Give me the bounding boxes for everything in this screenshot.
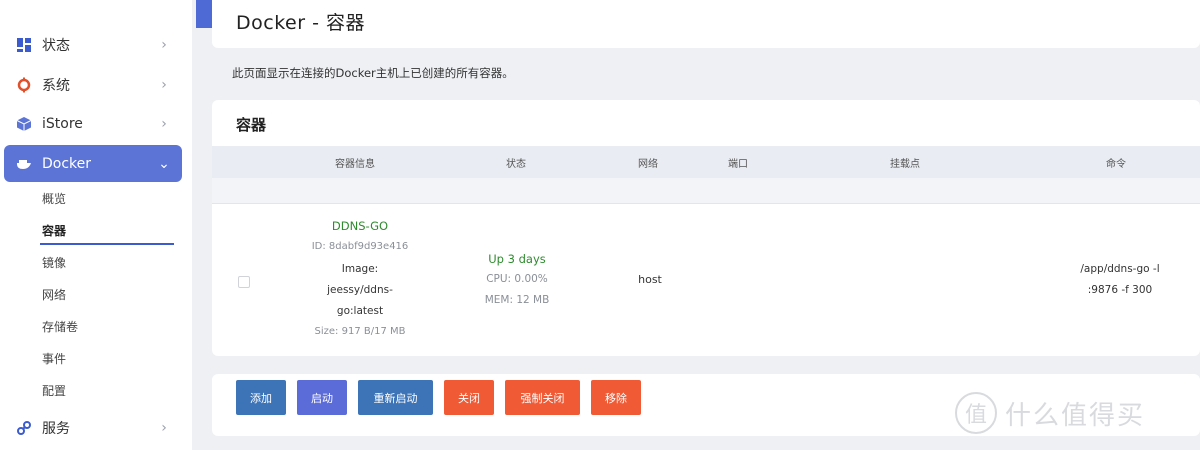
container-mem: MEM: 12 MB (484, 294, 550, 306)
watermark: 值 什么值得买 (955, 392, 1145, 434)
dashboard-icon (16, 37, 32, 53)
cube-icon (16, 116, 32, 132)
sidebar-item-istore[interactable]: iStore › (4, 105, 182, 142)
smzdm-logo-icon: 值 (955, 392, 997, 434)
column-header-ports: 端口 (728, 159, 748, 170)
section-title: 容器 (236, 116, 267, 134)
docker-whale-icon (16, 156, 32, 172)
active-subitem-underline (40, 243, 174, 245)
sidebar-subitem-events[interactable]: 事件 (42, 349, 66, 369)
sidebar-item-label: 系统 (42, 77, 70, 94)
column-header-status: 状态 (506, 159, 526, 170)
system-gear-icon (16, 77, 32, 93)
start-button[interactable]: 启动 (297, 380, 347, 415)
sidebar-item-services[interactable]: 服务 › (4, 409, 182, 446)
remove-button[interactable]: 移除 (591, 380, 641, 415)
container-cpu: CPU: 0.00% (486, 273, 548, 285)
chevron-right-icon: › (161, 115, 167, 132)
sidebar-subitem-overview[interactable]: 概览 (42, 189, 66, 209)
column-header-info: 容器信息 (335, 159, 375, 170)
sidebar-subitem-config[interactable]: 配置 (42, 381, 66, 401)
container-name[interactable]: DDNS-GO (300, 219, 420, 233)
chevron-down-icon: ⌄ (158, 155, 170, 172)
column-header-network: 网络 (638, 159, 658, 170)
container-network: host (638, 273, 662, 286)
sidebar-item-system[interactable]: 系统 › (4, 66, 182, 103)
sidebar-item-label: iStore (42, 115, 83, 132)
sidebar-subitem-networks[interactable]: 网络 (42, 285, 66, 305)
sidebar-subitem-volumes[interactable]: 存储卷 (42, 317, 78, 337)
sidebar-item-label: 服务 (42, 420, 70, 437)
column-header-mounts: 挂载点 (890, 159, 920, 170)
sidebar-subitem-images[interactable]: 镜像 (42, 253, 66, 273)
force-stop-button[interactable]: 强制关闭 (505, 380, 580, 415)
container-image-line2: go:latest (336, 305, 384, 317)
chevron-right-icon: › (161, 76, 167, 93)
sidebar-item-label: 状态 (42, 37, 70, 54)
sidebar-subitem-containers[interactable]: 容器 (42, 221, 66, 241)
sidebar-item-label: Docker (42, 155, 92, 172)
watermark-text: 什么值得买 (1005, 400, 1146, 431)
restart-button[interactable]: 重新启动 (358, 380, 433, 415)
page-description: 此页面显示在连接的Docker主机上已创建的所有容器。 (232, 66, 514, 80)
page-title: Docker - 容器 (236, 12, 365, 34)
container-status: Up 3 days (488, 252, 546, 266)
container-image-label: Image: (341, 263, 379, 275)
sidebar-item-status[interactable]: 状态 › (4, 26, 182, 63)
chevron-right-icon: › (161, 419, 167, 436)
container-command-line1: /app/ddns-go -l (1080, 263, 1160, 275)
table-filter-row (212, 178, 1200, 204)
column-header-command: 命令 (1106, 159, 1126, 170)
container-id: ID: 8dabf9d93e416 (311, 241, 409, 252)
row-select-checkbox[interactable] (238, 276, 250, 288)
container-size: Size: 917 B/17 MB (314, 326, 406, 337)
sidebar-item-docker[interactable]: Docker ⌄ (4, 145, 182, 182)
link-icon (16, 420, 32, 436)
add-button[interactable]: 添加 (236, 380, 286, 415)
stop-button[interactable]: 关闭 (444, 380, 494, 415)
chevron-right-icon: › (161, 36, 167, 53)
container-command-line2: :9876 -f 300 (1087, 284, 1153, 296)
sidebar: 状态 › 系统 › iStore › Docker ⌄ 概览 容器 镜像 网络 … (0, 0, 192, 450)
container-image-line1: jeessy/ddns- (327, 284, 393, 296)
